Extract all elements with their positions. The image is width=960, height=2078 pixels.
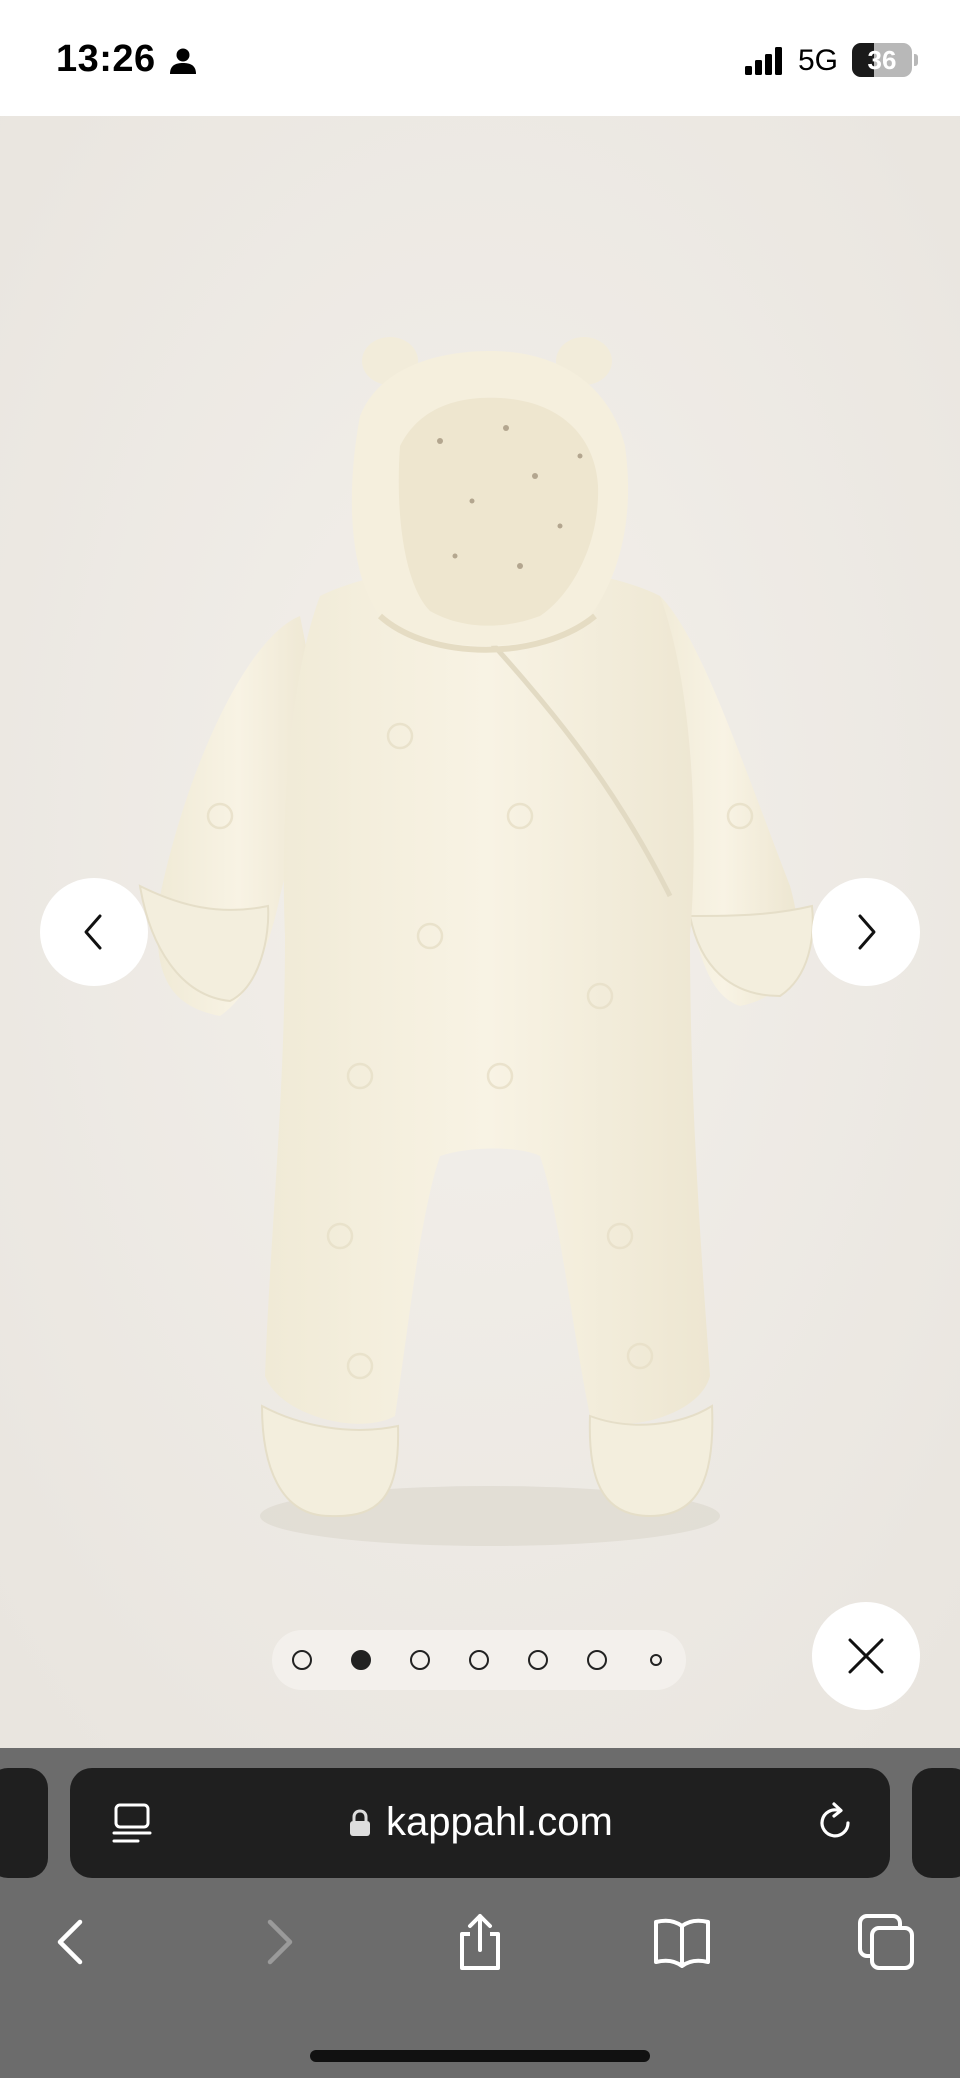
person-icon — [170, 48, 196, 74]
signal-icon — [745, 47, 782, 75]
pager-dot[interactable] — [292, 1650, 312, 1670]
home-indicator — [310, 2050, 650, 2062]
chevron-right-icon — [858, 914, 876, 950]
pager-dot[interactable] — [469, 1650, 489, 1670]
lock-icon — [350, 1809, 370, 1836]
bookmarks-icon[interactable] — [652, 1912, 712, 1972]
next-tab-preview[interactable] — [912, 1768, 960, 1878]
reload-icon[interactable] — [812, 1800, 858, 1846]
previous-image-button[interactable] — [40, 878, 148, 986]
product-image-viewer[interactable] — [0, 116, 960, 1748]
image-pager — [272, 1630, 686, 1690]
close-icon — [848, 1638, 884, 1674]
chevron-left-icon — [84, 914, 102, 950]
reader-icon[interactable] — [110, 1801, 154, 1845]
tabs-icon[interactable] — [856, 1912, 916, 1972]
previous-tab-preview[interactable] — [0, 1768, 48, 1878]
pager-dot[interactable] — [410, 1650, 430, 1670]
battery-indicator: 36 — [852, 43, 912, 77]
close-viewer-button[interactable] — [812, 1602, 920, 1710]
share-icon[interactable] — [450, 1912, 510, 1972]
status-bar: 13:26 5G 36 — [0, 0, 960, 116]
url-text: kappahl.com — [386, 1800, 613, 1844]
pager-dot[interactable] — [528, 1650, 548, 1670]
address-bar[interactable]: kappahl.com — [70, 1768, 890, 1878]
next-image-button[interactable] — [812, 878, 920, 986]
pager-dot-active[interactable] — [351, 1650, 371, 1670]
battery-tip — [914, 54, 918, 66]
pager-dot[interactable] — [587, 1650, 607, 1670]
battery-label: 36 — [867, 45, 897, 75]
status-time: 13:26 — [56, 38, 156, 80]
back-icon[interactable] — [42, 1912, 102, 1972]
forward-icon[interactable] — [248, 1912, 308, 1972]
network-label: 5G — [798, 44, 839, 77]
pager-dot-more[interactable] — [650, 1654, 662, 1666]
browser-toolbar: kappahl.com — [0, 1748, 960, 2078]
